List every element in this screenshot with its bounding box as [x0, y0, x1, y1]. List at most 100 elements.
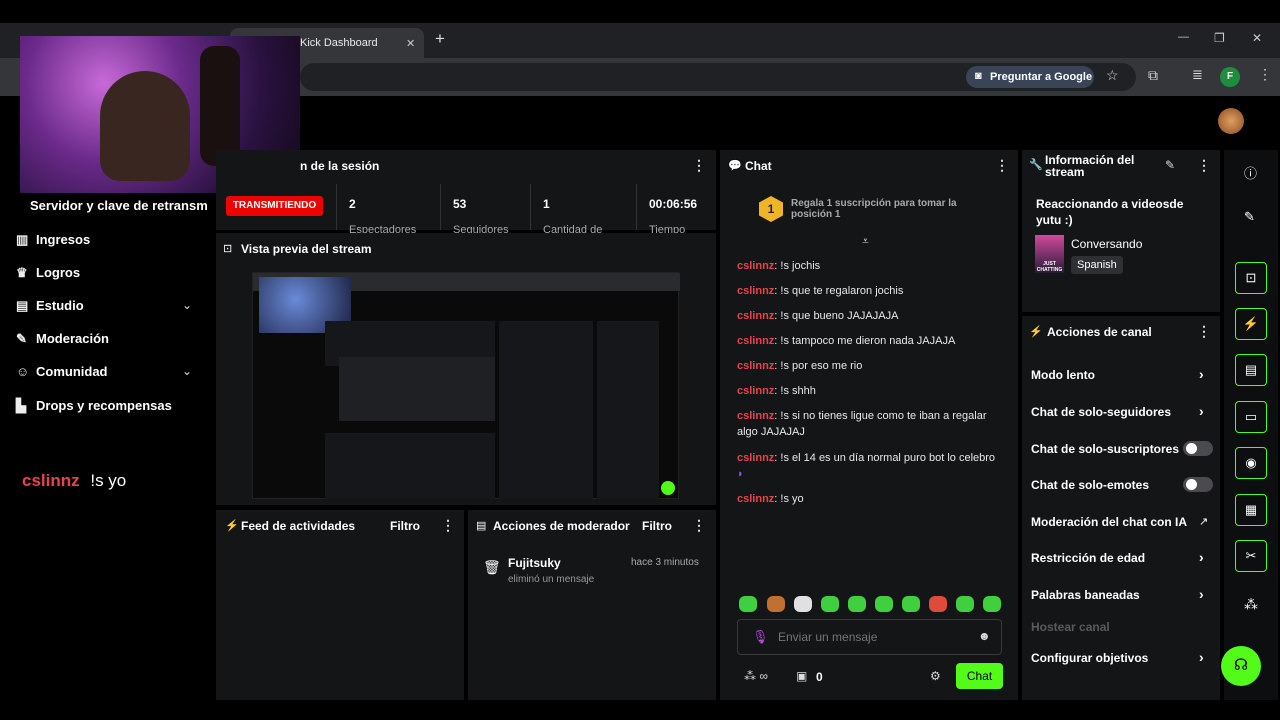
wrench-toggle-icon[interactable]: ✂ [1235, 540, 1267, 572]
sidebar-item-logros[interactable]: ♛ Logros [16, 265, 80, 281]
mod-filter-button[interactable]: Filtro [642, 519, 672, 533]
chat-username[interactable]: cslinnz [737, 493, 774, 505]
sidebar-item-moderacion[interactable]: ✎ Moderación [16, 331, 109, 347]
category-name[interactable]: Conversando [1071, 237, 1142, 251]
stat-followers-value: 53 [453, 197, 467, 211]
chevron-down-icon[interactable]: ⌄ [182, 364, 192, 378]
collapse-icon[interactable]: ⩡ [862, 234, 869, 249]
action-slow-mode[interactable]: Modo lento [1031, 368, 1095, 382]
chat-username[interactable]: cslinnz [737, 410, 774, 422]
profile-avatar[interactable]: F [1220, 67, 1240, 87]
emote-icon[interactable] [794, 596, 812, 612]
subscribers-only-toggle[interactable] [1183, 441, 1213, 456]
emote-icon[interactable] [848, 596, 866, 612]
mod-menu-icon[interactable]: ⋮ [692, 517, 706, 534]
chat-text: !s el 14 es un día normal puro bot lo ce… [780, 452, 996, 464]
emote-icon[interactable] [983, 596, 1001, 612]
tab-close-icon[interactable]: ✕ [406, 37, 415, 50]
action-emotes-only: Chat de solo-emotes [1031, 478, 1150, 492]
emote-icon[interactable] [956, 596, 974, 612]
stream-preview-video[interactable] [252, 272, 680, 499]
sidebar-item-comunidad[interactable]: ☺ Comunidad [16, 364, 108, 379]
extensions-icon[interactable]: ⧉ [1148, 67, 1158, 84]
preview-toggle-icon[interactable]: ⊡ [1235, 262, 1267, 294]
chat-username[interactable]: cslinnz [737, 452, 774, 464]
chat-toggle-icon[interactable]: ▭ [1235, 401, 1267, 433]
stream-info-menu-icon[interactable]: ⋮ [1197, 157, 1211, 174]
chevron-right-icon[interactable]: › [1199, 549, 1204, 565]
action-ai-moderation[interactable]: Moderación del chat con IA [1031, 515, 1187, 529]
chat-username[interactable]: cslinnz [737, 310, 774, 322]
info-icon[interactable]: ⓘ [1244, 163, 1257, 182]
microphone-icon[interactable]: 🎙 [752, 629, 769, 645]
minimize-icon[interactable]: — [1178, 31, 1189, 43]
send-chat-button[interactable]: Chat [956, 663, 1003, 689]
chevron-down-icon[interactable]: ⌄ [182, 298, 192, 312]
help-support-icon[interactable]: ☊ [1221, 646, 1261, 686]
mod-actions-toggle-icon[interactable]: ▦ [1235, 494, 1267, 526]
restore-icon[interactable]: ❐ [1214, 31, 1225, 45]
chevron-right-icon[interactable]: › [1199, 586, 1204, 602]
new-tab-icon[interactable]: + [435, 29, 445, 49]
activity-filter-button[interactable]: Filtro [390, 519, 420, 533]
sidebar-item-ingresos[interactable]: ▥ Ingresos [16, 232, 90, 248]
close-window-icon[interactable]: ✕ [1252, 31, 1262, 45]
action-followers-only[interactable]: Chat de solo-seguidores [1031, 405, 1171, 419]
emote-icon[interactable] [767, 596, 785, 612]
chevron-right-icon[interactable]: › [1199, 403, 1204, 419]
activity-toggle-icon[interactable]: ⚡ [1235, 308, 1267, 340]
chat-username[interactable]: cslinnz [737, 360, 774, 372]
action-banned-words[interactable]: Palabras baneadas [1031, 588, 1140, 602]
chat-menu-icon[interactable]: ⋮ [995, 157, 1009, 174]
studio-icon: ▤ [16, 298, 29, 313]
action-configure-goals[interactable]: Configurar objetivos [1031, 651, 1148, 665]
media-icon[interactable]: ≣ [1192, 67, 1203, 83]
chat-username[interactable]: cslinnz [737, 285, 774, 297]
lens-icon: ◙ [975, 70, 982, 82]
chat-input-box[interactable]: 🎙 ☻ [737, 619, 1002, 655]
stream-key-label[interactable]: Servidor y clave de retransm [30, 198, 208, 213]
broadcast-toggle-icon[interactable]: ◉ [1235, 447, 1267, 479]
gear-icon[interactable]: ⚙ [930, 669, 941, 683]
chat-username[interactable]: cslinnz [737, 335, 774, 347]
emoji-icon[interactable]: ☻ [978, 629, 991, 643]
mod-entry-user[interactable]: Fujitsuky [508, 556, 561, 570]
emote-icon: ◗ [737, 468, 744, 480]
browser-menu-icon[interactable]: ⋮ [1258, 66, 1272, 83]
sidebar-item-estudio[interactable]: ▤ Estudio [16, 298, 84, 314]
bookmark-star-icon[interactable]: ☆ [1106, 67, 1119, 84]
chevron-right-icon[interactable]: › [1199, 649, 1204, 665]
sidebar-item-label: Drops y recompensas [36, 398, 172, 413]
action-age-restriction[interactable]: Restricción de edad [1031, 551, 1145, 565]
gift-icon[interactable]: ▣ [796, 669, 807, 683]
emote-icon[interactable] [902, 596, 920, 612]
chat-username[interactable]: cslinnz [737, 260, 774, 272]
preview-fab [661, 481, 675, 495]
chat-username[interactable]: cslinnz [737, 385, 774, 397]
edit-icon[interactable]: ✎ [1244, 209, 1255, 225]
mod-actions-panel [468, 510, 716, 700]
session-menu-icon[interactable]: ⋮ [692, 157, 706, 174]
activity-feed-panel [216, 510, 464, 700]
chat-message: cslinnz: !s el 14 es un día normal puro … [737, 452, 996, 480]
emote-icon[interactable] [739, 596, 757, 612]
emotes-only-toggle[interactable] [1183, 477, 1213, 492]
notes-toggle-icon[interactable]: ▤ [1235, 354, 1267, 386]
chat-message-input[interactable] [778, 628, 968, 646]
pinned-gift-message: Regala 1 suscripción para tomar la posic… [791, 198, 957, 220]
emote-icon[interactable] [821, 596, 839, 612]
channel-actions-menu-icon[interactable]: ⋮ [1197, 323, 1211, 340]
external-link-icon[interactable]: ↗ [1199, 515, 1208, 528]
stat-count-value: 1 [543, 197, 550, 211]
sidebar-item-drops[interactable]: ▙ Drops y recompensas [16, 398, 172, 414]
mod-entry-action: eliminó un mensaje [508, 574, 595, 585]
ask-google-button[interactable]: ◙ Preguntar a Google [966, 66, 1094, 88]
emote-icon[interactable] [929, 596, 947, 612]
infinity-icon[interactable]: ⁂ ∞ [744, 669, 768, 683]
community-icon[interactable]: ⁂ [1244, 596, 1258, 613]
edit-pencil-icon[interactable]: ✎ [1165, 158, 1175, 172]
activity-menu-icon[interactable]: ⋮ [441, 517, 455, 534]
emote-icon[interactable] [875, 596, 893, 612]
chevron-right-icon[interactable]: › [1199, 366, 1204, 382]
user-avatar[interactable] [1218, 108, 1244, 134]
